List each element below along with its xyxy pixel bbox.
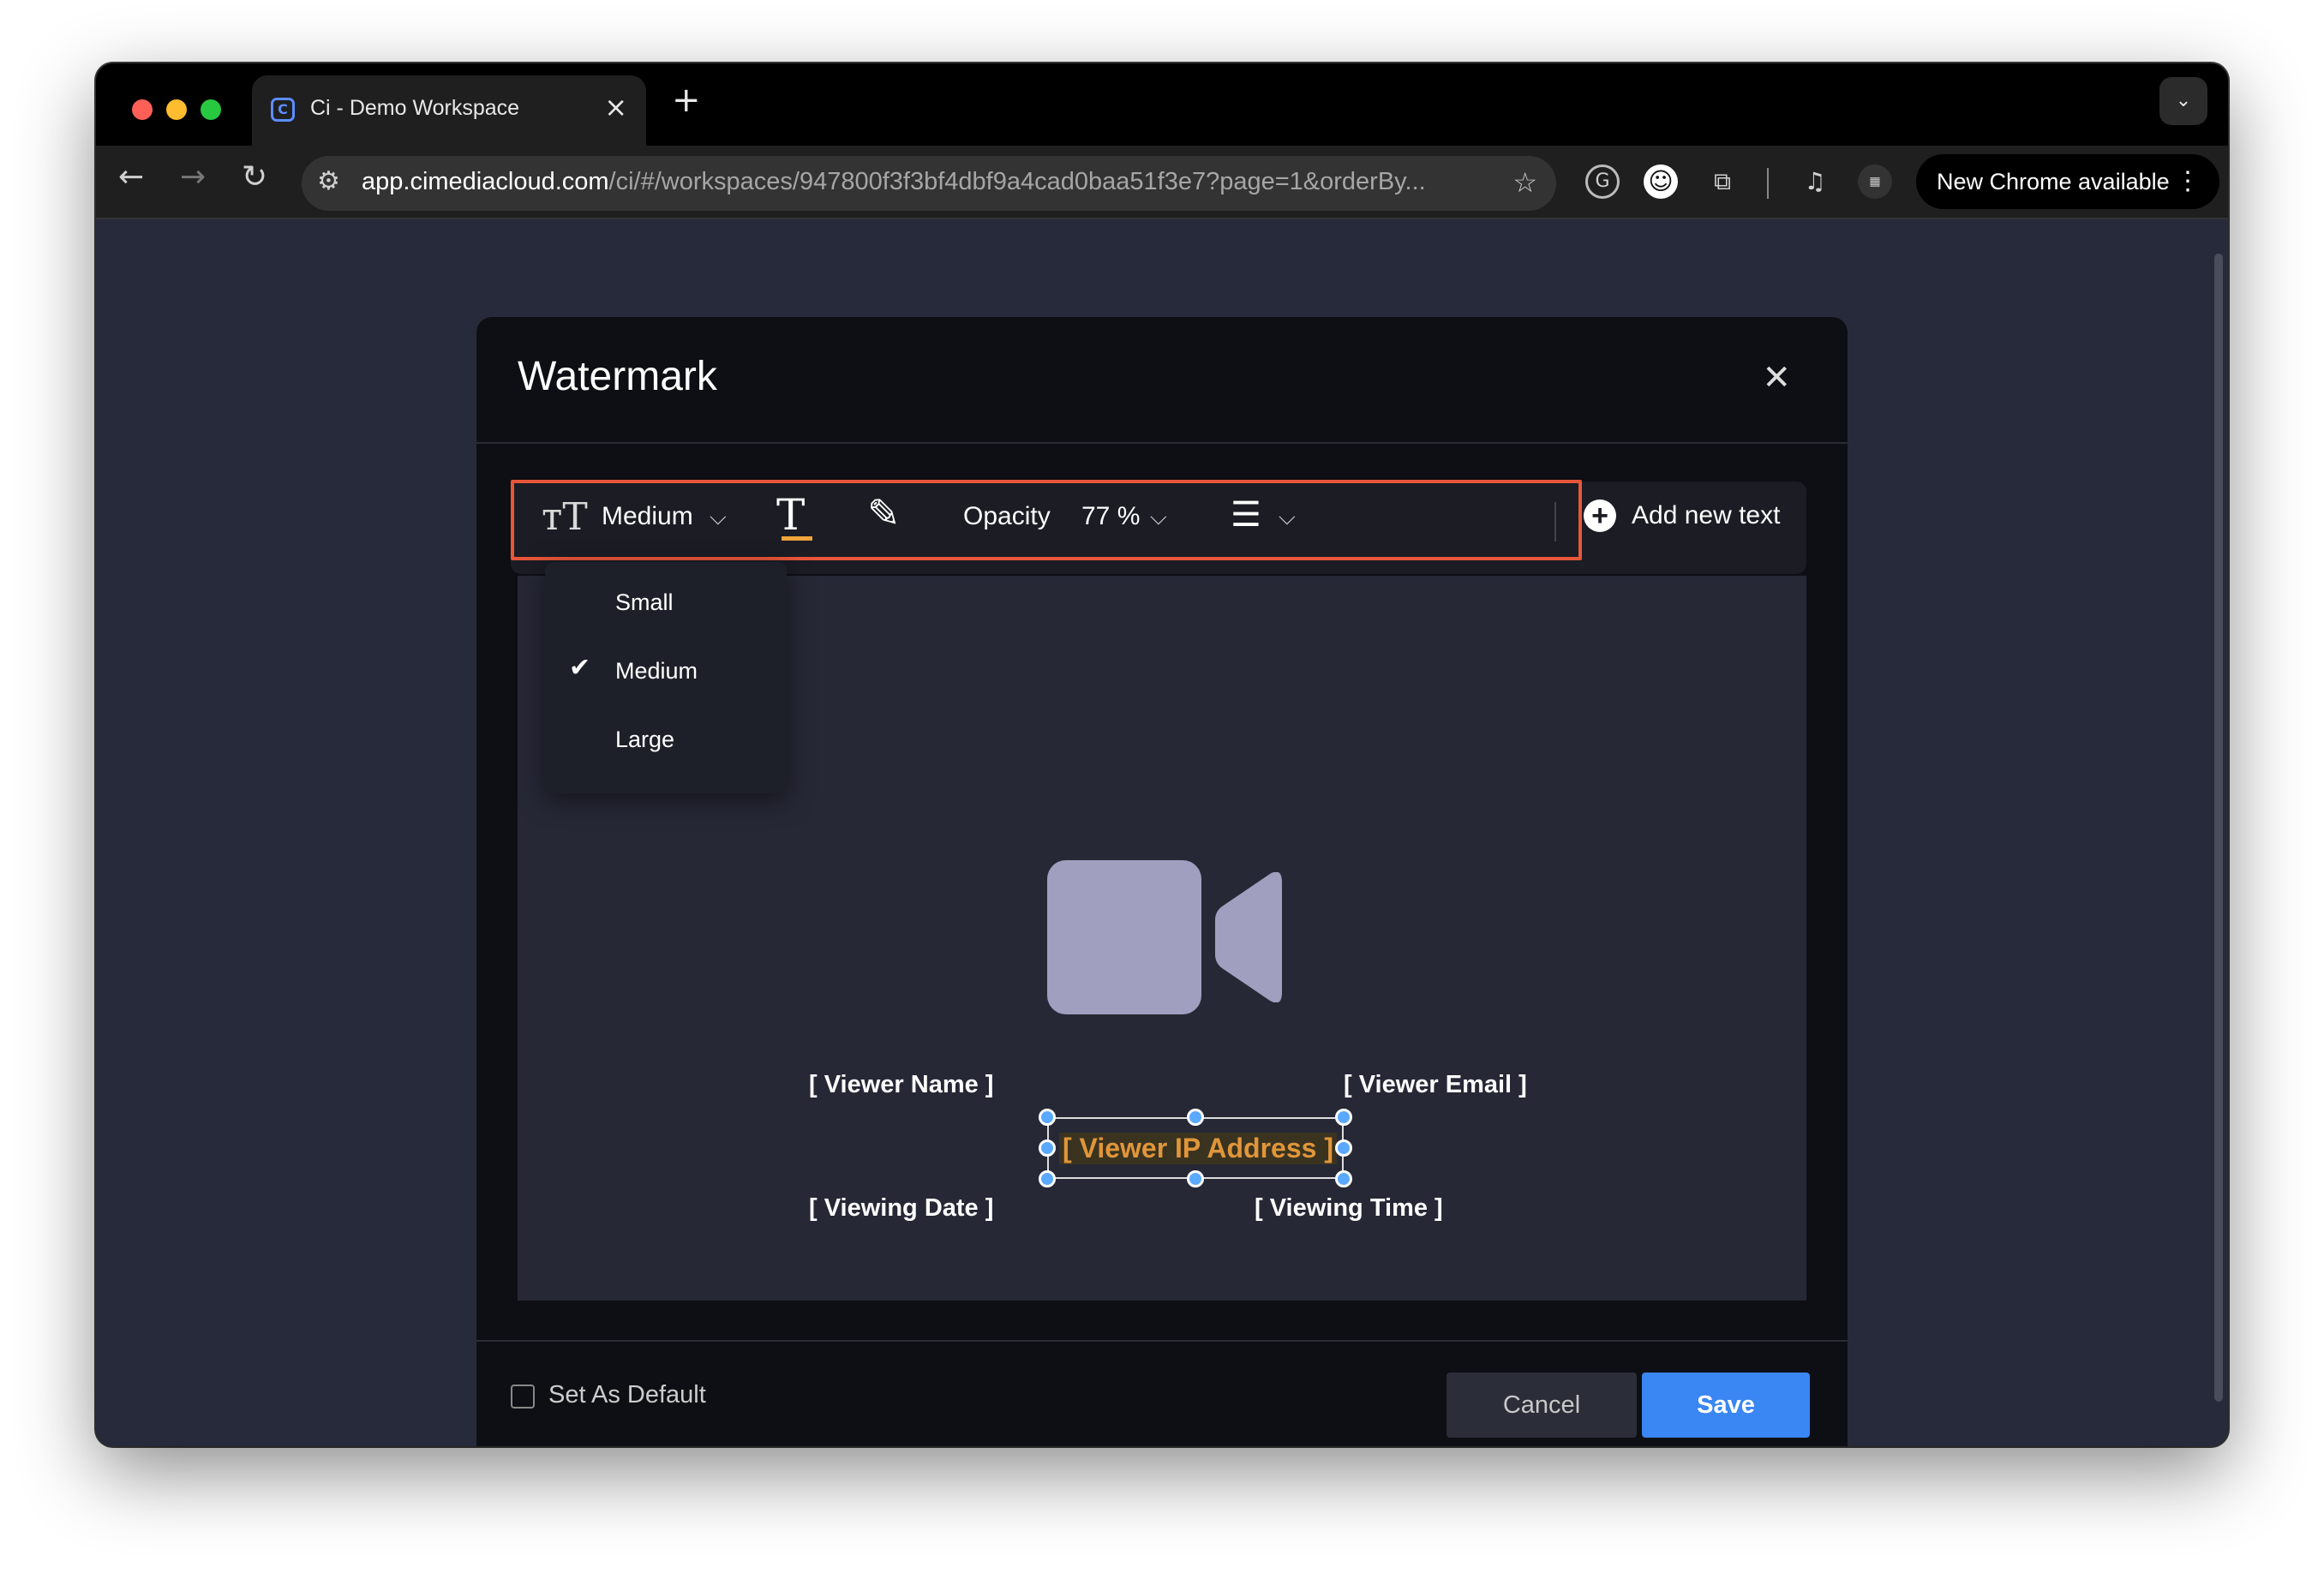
header-divider — [476, 442, 1848, 444]
opacity-label: Opacity — [963, 502, 1051, 530]
extension-icon[interactable]: ▦ — [1858, 164, 1892, 199]
browser-window: C Ci - Demo Workspace × + ⌄ ← → ↻ ⚙ app.… — [96, 63, 2228, 1446]
minimize-window-button[interactable] — [166, 99, 187, 120]
resize-handle-top-right[interactable] — [1335, 1109, 1352, 1126]
add-new-text-label: Add new text — [1632, 501, 1781, 529]
text-align-icon[interactable]: ☰ — [1231, 495, 1261, 535]
page-scrollbar[interactable] — [2214, 254, 2223, 1402]
media-controls-icon[interactable]: ♫ — [1798, 164, 1832, 199]
text-size-dropdown[interactable]: Medium — [602, 502, 693, 531]
url-text[interactable]: app.cimediacloud.com/ci/#/workspaces/947… — [362, 168, 1426, 196]
save-button[interactable]: Save — [1642, 1373, 1810, 1438]
browser-tab[interactable]: C Ci - Demo Workspace × — [252, 75, 646, 146]
camera-body-shape — [1047, 860, 1201, 1014]
set-default-checkbox[interactable] — [511, 1385, 535, 1409]
site-settings-icon[interactable]: ⚙ — [317, 166, 340, 196]
new-tab-button[interactable]: + — [672, 81, 701, 120]
tab-search-chevron-icon[interactable]: ⌄ — [2159, 77, 2207, 125]
new-chrome-label: New Chrome available — [1937, 169, 2170, 194]
dialog-close-icon[interactable]: ✕ — [1762, 358, 1791, 398]
toolbar-separator — [1554, 502, 1556, 541]
close-window-button[interactable] — [132, 99, 153, 120]
plus-circle-icon: + — [1584, 499, 1616, 532]
tab-strip: C Ci - Demo Workspace × + ⌄ — [96, 63, 2228, 146]
address-bar[interactable]: ⚙ app.cimediacloud.com/ci/#/workspaces/9… — [302, 156, 1556, 211]
viewer-ip-address-text[interactable]: [ Viewer IP Address ] — [1059, 1133, 1337, 1164]
viewer-email-text[interactable]: [ Viewer Email ] — [1344, 1071, 1527, 1099]
checkmark-icon: ✔ — [569, 653, 591, 683]
dialog-title: Watermark — [518, 354, 717, 399]
size-option-large[interactable]: Large — [615, 727, 674, 753]
reload-icon[interactable]: ↻ — [242, 159, 267, 194]
resize-handle-right[interactable] — [1335, 1139, 1352, 1157]
camera-lens-shape — [1215, 872, 1282, 1002]
extension-g-icon[interactable]: G — [1585, 164, 1620, 199]
add-new-text-button[interactable]: + Add new text — [1584, 492, 1780, 540]
url-host: app.cimediacloud.com — [362, 168, 609, 195]
profile-avatar-icon[interactable]: ☺ — [1644, 164, 1678, 199]
forward-arrow-icon[interactable]: → — [180, 159, 206, 194]
text-color-icon[interactable]: T — [776, 490, 805, 540]
size-chevron-down-icon[interactable]: ⌵ — [710, 504, 727, 531]
toolbar-divider — [1767, 168, 1769, 199]
url-path: /ci/#/workspaces/947800f3f3bf4dbf9a4cad0… — [608, 168, 1426, 195]
viewing-date-text[interactable]: [ Viewing Date ] — [809, 1194, 993, 1223]
new-chrome-available-button[interactable]: New Chrome available ⋮ — [1916, 154, 2219, 209]
size-option-medium[interactable]: Medium — [615, 658, 698, 685]
page-content: Watermark ✕ ᴛT Medium ⌵ T ✎ Opacity 77 %… — [96, 219, 2228, 1446]
back-arrow-icon[interactable]: ← — [118, 159, 144, 194]
size-option-small[interactable]: Small — [615, 589, 674, 616]
footer-divider — [476, 1340, 1848, 1342]
tab-close-icon[interactable]: × — [604, 91, 627, 123]
watermark-dialog: Watermark ✕ ᴛT Medium ⌵ T ✎ Opacity 77 %… — [476, 317, 1848, 1446]
resize-handle-left[interactable] — [1039, 1139, 1056, 1157]
cancel-button[interactable]: Cancel — [1447, 1373, 1637, 1438]
resize-handle-top[interactable] — [1187, 1109, 1204, 1126]
maximize-window-button[interactable] — [201, 99, 221, 120]
bookmark-star-icon[interactable]: ☆ — [1512, 166, 1537, 199]
set-default-label[interactable]: Set As Default — [548, 1381, 706, 1409]
text-color-swatch — [782, 536, 812, 541]
highlighter-pen-icon[interactable]: ✎ — [867, 490, 901, 536]
resize-handle-bottom-left[interactable] — [1039, 1170, 1056, 1187]
tab-title: Ci - Demo Workspace — [310, 96, 520, 120]
text-size-icon[interactable]: ᴛT — [542, 495, 588, 539]
resize-handle-bottom-right[interactable] — [1335, 1170, 1352, 1187]
align-chevron-down-icon[interactable]: ⌵ — [1279, 504, 1296, 531]
extensions-puzzle-icon[interactable]: ⧉ — [1705, 164, 1740, 199]
browser-toolbar: ← → ↻ ⚙ app.cimediacloud.com/ci/#/worksp… — [96, 146, 2228, 219]
opacity-chevron-down-icon[interactable]: ⌵ — [1150, 504, 1167, 531]
viewer-name-text[interactable]: [ Viewer Name ] — [809, 1071, 993, 1099]
text-size-menu: Small ✔ Medium Large — [545, 562, 787, 793]
resize-handle-top-left[interactable] — [1039, 1109, 1056, 1126]
chrome-menu-icon[interactable]: ⋮ — [2175, 154, 2201, 209]
opacity-dropdown[interactable]: 77 % — [1081, 502, 1140, 531]
ci-favicon-icon: C — [271, 98, 295, 122]
viewing-time-text[interactable]: [ Viewing Time ] — [1255, 1194, 1443, 1223]
resize-handle-bottom[interactable] — [1187, 1170, 1204, 1187]
